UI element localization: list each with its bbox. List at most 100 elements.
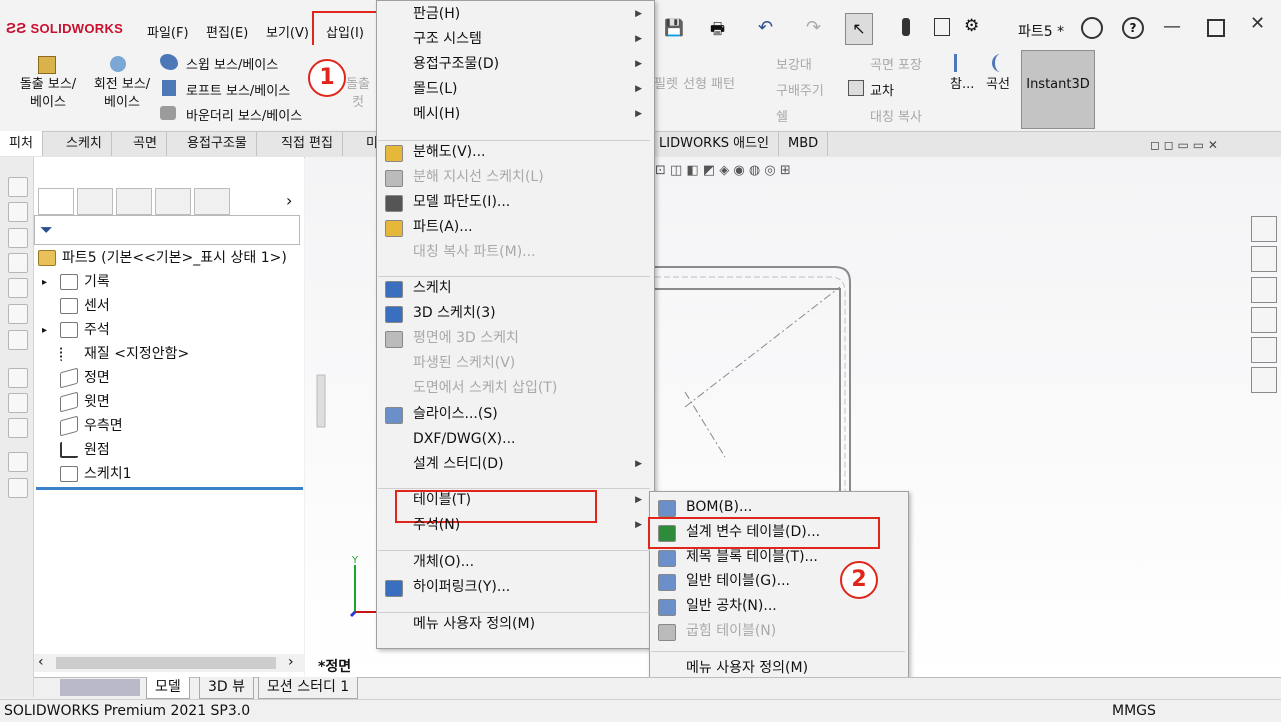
tool-icon-5[interactable] — [8, 278, 28, 298]
tab-weldments[interactable]: 용접구조물 — [178, 131, 257, 156]
tab-addins[interactable]: LIDWORKS 애드인 — [650, 131, 779, 156]
insert-menu-item[interactable]: 주석(N) ▶ — [377, 513, 652, 538]
gear-icon[interactable]: ⚙ — [964, 16, 979, 36]
view-palette-icon[interactable] — [1251, 307, 1277, 333]
shell-button[interactable]: 쉘 — [776, 106, 788, 125]
tab-mbd[interactable]: MBD — [779, 131, 829, 156]
design-library-icon[interactable] — [1251, 246, 1277, 272]
menu-view[interactable]: 보기(V) — [266, 22, 309, 41]
insert-menu-item[interactable]: 개체(O)... — [377, 550, 652, 575]
property-manager-tab[interactable] — [77, 188, 113, 215]
status-units[interactable]: MMGS — [1112, 703, 1156, 719]
tool-icon-8[interactable] — [8, 368, 28, 388]
tab-motion-study[interactable]: 모션 스터디 1 — [258, 677, 359, 699]
wrap-button[interactable]: 곡면 포장 — [870, 54, 922, 73]
tool-icon-2[interactable] — [8, 202, 28, 222]
rollback-bar[interactable] — [36, 487, 303, 490]
display-manager-tab[interactable] — [194, 188, 230, 215]
insert-menu-item[interactable]: 테이블(T) ▶ — [377, 488, 652, 513]
file-explorer-icon[interactable] — [1251, 277, 1277, 303]
tool-icon-7[interactable] — [8, 330, 28, 350]
tab-scroll-buttons[interactable] — [60, 679, 140, 696]
curves-button[interactable]: 곡선 — [986, 76, 1010, 94]
tree-item-sensors[interactable]: 센서 — [60, 295, 110, 317]
tool-icon-10[interactable] — [8, 418, 28, 438]
solidworks-logo[interactable]: ƧƧ SOLIDWORKS — [6, 20, 123, 37]
insert-menu-item[interactable]: 판금(H) ▶ — [377, 2, 652, 27]
tab-3d-view[interactable]: 3D 뷰 — [199, 677, 255, 699]
scroll-right-icon[interactable]: › — [288, 654, 294, 670]
table-submenu-item[interactable]: 메뉴 사용자 정의(M) — [650, 656, 905, 681]
draft-button[interactable]: 구배주기 — [776, 80, 824, 99]
menu-file[interactable]: 파일(F) — [147, 22, 189, 41]
tree-item-front-plane[interactable]: 정면 — [60, 367, 110, 389]
expand-icon[interactable]: ▸ — [42, 325, 47, 336]
tab-model[interactable]: 모델 — [146, 677, 190, 699]
undo-icon[interactable]: ↶ — [758, 17, 773, 38]
user-account-icon[interactable] — [1081, 17, 1103, 39]
boundary-boss-button[interactable]: 바운더리 보스/베이스 — [186, 105, 302, 124]
tool-icon-3[interactable] — [8, 228, 28, 248]
configuration-manager-tab[interactable] — [116, 188, 152, 215]
tool-icon-1[interactable] — [8, 177, 28, 197]
scrollbar-thumb[interactable] — [56, 657, 276, 669]
minimize-icon[interactable]: — — [1163, 16, 1181, 37]
tree-item-sketch1[interactable]: 스케치1 — [60, 463, 132, 485]
insert-menu-item[interactable]: 구조 시스템 ▶ — [377, 27, 652, 52]
menu-edit[interactable]: 편집(E) — [206, 22, 248, 41]
file-properties-icon[interactable] — [934, 18, 950, 36]
tree-item-history[interactable]: 기록 — [60, 271, 110, 293]
tab-surfaces[interactable]: 곡면 — [124, 131, 167, 156]
tab-direct-editing[interactable]: 직접 편집 — [272, 131, 343, 156]
tool-icon-12[interactable] — [8, 478, 28, 498]
insert-menu-item[interactable]: 파트(A)... — [377, 215, 652, 240]
tree-item-right-plane[interactable]: 우측면 — [60, 415, 123, 437]
table-submenu-item[interactable]: 일반 테이블(G)... — [650, 569, 905, 594]
expand-icon[interactable]: ▸ — [42, 277, 47, 288]
tab-sketch[interactable]: 스케치 — [57, 131, 112, 156]
linear-pattern-button[interactable]: 선형 패턴 — [683, 76, 735, 94]
insert-menu-item[interactable]: 설계 스터디(D) ▶ — [377, 452, 652, 477]
insert-menu-item[interactable]: 스케치 — [377, 276, 652, 301]
tool-icon-11[interactable] — [8, 452, 28, 472]
print-icon[interactable]: 🖶 — [710, 18, 725, 45]
tree-root-part[interactable]: 파트5 (기본<<기본>_표시 상태 1>) — [38, 247, 287, 269]
select-cursor-icon[interactable]: ↖ — [845, 13, 873, 45]
loft-boss-button[interactable]: 로프트 보스/베이스 — [186, 80, 290, 99]
rib-button[interactable]: 보강대 — [776, 54, 812, 73]
dimxpert-tab[interactable] — [155, 188, 191, 215]
tab-features[interactable]: 피처 — [0, 131, 43, 156]
insert-menu-item[interactable]: 하이퍼링크(Y)... — [377, 575, 652, 600]
maximize-icon[interactable] — [1207, 19, 1225, 37]
tree-item-origin[interactable]: 원점 — [60, 439, 110, 461]
scroll-left-icon[interactable]: ‹ — [38, 654, 44, 670]
tree-item-top-plane[interactable]: 윗면 — [60, 391, 110, 413]
tool-icon-9[interactable] — [8, 393, 28, 413]
tree-item-annotations[interactable]: 주석 — [60, 319, 110, 341]
insert-menu-item[interactable]: 용접구조물(D) ▶ — [377, 52, 652, 77]
instant3d-button[interactable]: Instant3D — [1021, 50, 1095, 129]
table-submenu-item[interactable]: 일반 공차(N)... — [650, 594, 905, 619]
home-icon[interactable] — [1251, 216, 1277, 242]
viewport-controls[interactable]: ◻ ◻ ▭ ▭ ✕ — [1150, 138, 1218, 152]
heads-up-view-toolbar[interactable]: ⊡ ◫ ◧ ◩ ◈ ◉ ◍ ◎ ⊞ — [655, 163, 965, 183]
redo-icon[interactable]: ↷ — [806, 17, 821, 38]
sweep-boss-button[interactable]: 스윕 보스/베이스 — [186, 54, 278, 73]
insert-menu-item[interactable]: 3D 스케치(3) — [377, 301, 652, 326]
insert-menu-item[interactable]: 슬라이스...(S) — [377, 402, 652, 427]
revolve-boss-button[interactable]: 회전 보스/ 베이스 — [84, 76, 160, 112]
insert-menu-item[interactable]: 메시(H) ▶ — [377, 102, 652, 127]
mirror-button[interactable]: 대칭 복사 — [870, 106, 922, 125]
filter-box[interactable] — [34, 215, 300, 245]
tree-item-material[interactable]: 재질 <지정안함> — [60, 343, 189, 365]
table-submenu-item[interactable]: 설계 변수 테이블(D)... — [650, 520, 905, 545]
insert-menu-item[interactable]: 모델 파단도(I)... — [377, 190, 652, 215]
table-submenu-item[interactable]: BOM(B)... — [650, 495, 905, 520]
help-icon[interactable]: ? — [1122, 17, 1144, 39]
insert-menu-item[interactable]: DXF/DWG(X)... — [377, 427, 652, 452]
intersect-button[interactable]: 교차 — [870, 80, 894, 99]
insert-menu-item[interactable]: 몰드(L) ▶ — [377, 77, 652, 102]
tool-icon-6[interactable] — [8, 304, 28, 324]
reference-geometry-button[interactable]: 참... — [950, 76, 974, 94]
fillet-button[interactable]: 필렛 — [654, 76, 678, 94]
